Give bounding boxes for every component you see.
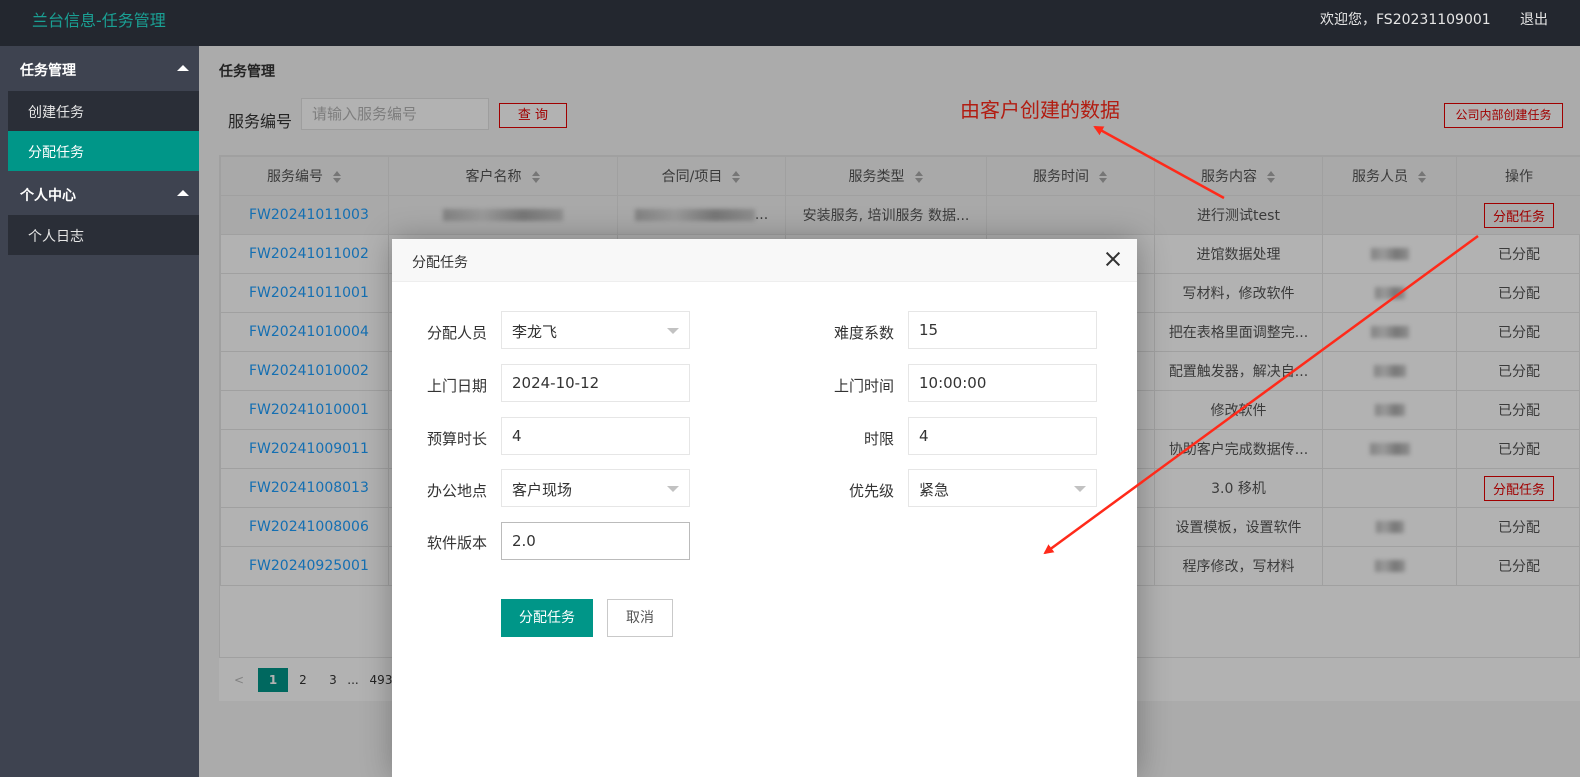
office-location-select[interactable]: 客户现场 <box>501 469 690 507</box>
visit-date-input[interactable]: 2024-10-12 <box>501 364 690 402</box>
sidebar-group-label: 个人中心 <box>20 188 76 204</box>
dialog-title: 分配任务 <box>392 239 1137 282</box>
office-location-label: 办公地点 <box>426 482 487 500</box>
visit-time-input[interactable]: 10:00:00 <box>908 364 1097 402</box>
priority-select[interactable]: 紧急 <box>908 469 1097 507</box>
visit-date-label: 上门日期 <box>426 377 487 395</box>
logout-link[interactable]: 退出 <box>1520 9 1548 29</box>
difficulty-input[interactable]: 15 <box>908 311 1097 349</box>
assign-task-submit-button[interactable]: 分配任务 <box>501 599 593 637</box>
sidebar-group-task-management[interactable]: 任务管理 <box>8 46 199 90</box>
caret-up-icon <box>177 190 189 196</box>
difficulty-label: 难度系数 <box>833 324 894 342</box>
assignee-label: 分配人员 <box>426 324 487 342</box>
software-version-input[interactable]: 2.0 <box>501 522 690 560</box>
visit-time-label: 上门时间 <box>833 377 894 395</box>
assignee-select[interactable]: 李龙飞 <box>501 311 690 349</box>
cancel-button[interactable]: 取消 <box>607 599 673 637</box>
budget-hours-label: 预算时长 <box>426 430 487 448</box>
top-bar: 兰台信息-任务管理 欢迎您，FS20231109001 退出 <box>0 0 1580 46</box>
time-limit-input[interactable]: 4 <box>908 417 1097 455</box>
app-title: 兰台信息-任务管理 <box>32 11 166 30</box>
assign-task-dialog: 分配任务 分配人员 李龙飞 难度系数 15 上门日期 2024-10-12 上门… <box>392 239 1137 777</box>
sidebar-item-personal-log[interactable]: 个人日志 <box>8 215 199 255</box>
sidebar-group-personal-center[interactable]: 个人中心 <box>8 171 199 215</box>
close-icon[interactable] <box>1105 251 1121 267</box>
sidebar: 任务管理 创建任务 分配任务 个人中心 个人日志 <box>0 46 199 777</box>
budget-hours-input[interactable]: 4 <box>501 417 690 455</box>
welcome-text: 欢迎您，FS20231109001 <box>1320 12 1491 28</box>
software-version-label: 软件版本 <box>426 534 487 552</box>
priority-label: 优先级 <box>848 482 894 500</box>
sidebar-group-label: 任务管理 <box>20 63 76 79</box>
time-limit-label: 时限 <box>863 430 894 448</box>
caret-up-icon <box>177 65 189 71</box>
sidebar-item-assign-task[interactable]: 分配任务 <box>8 131 199 171</box>
sidebar-item-create-task[interactable]: 创建任务 <box>8 91 199 131</box>
